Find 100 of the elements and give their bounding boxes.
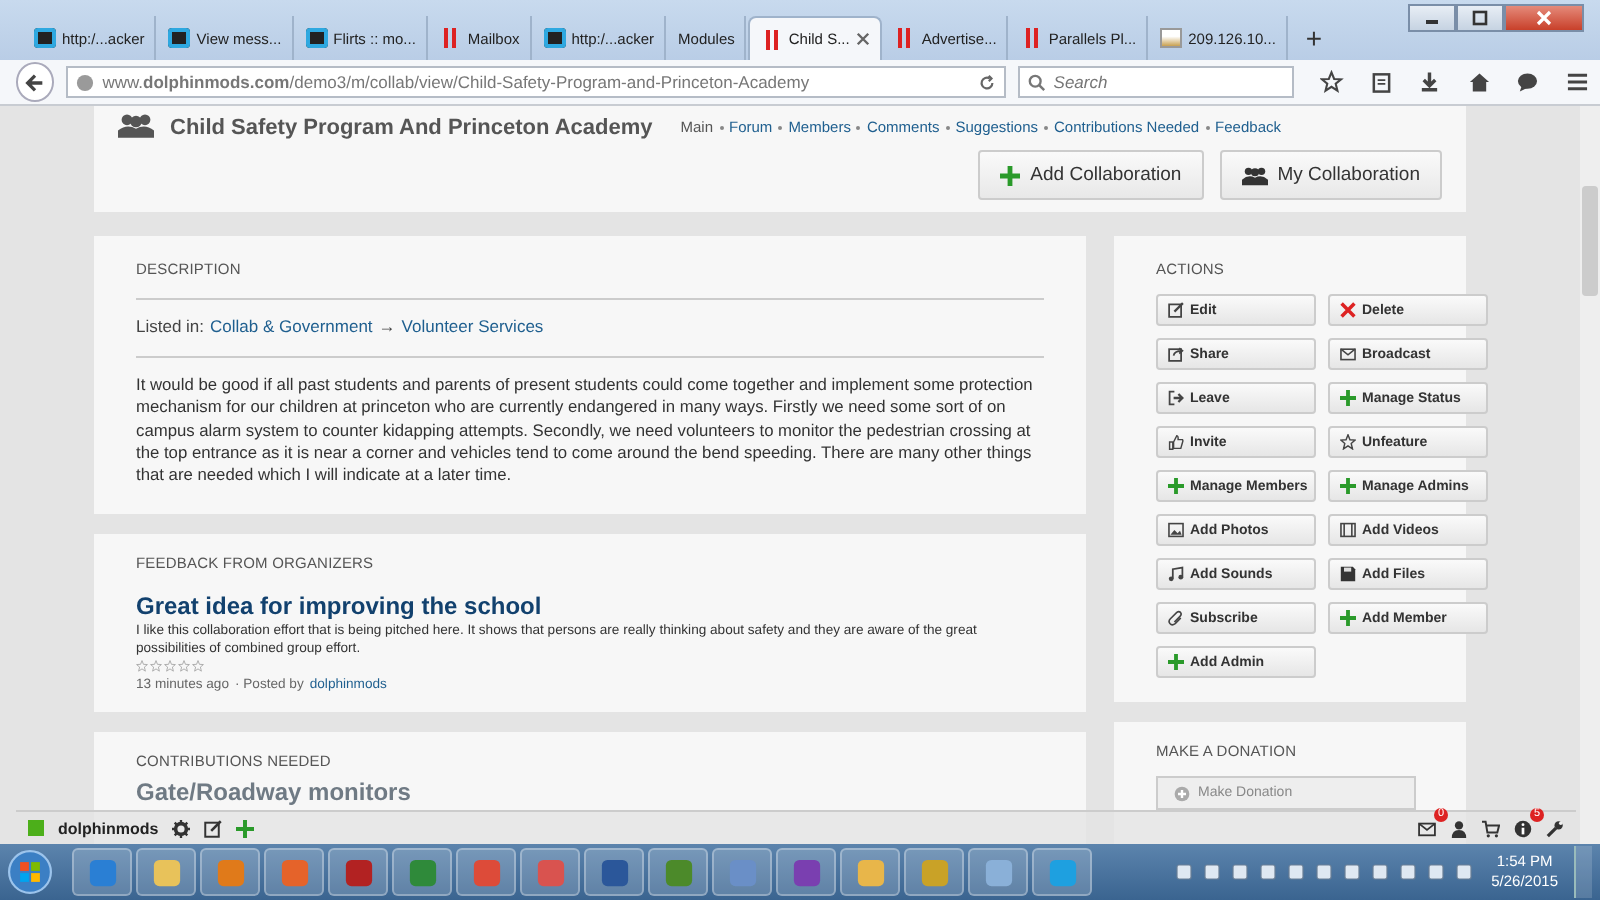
back-arrow-icon [24,71,47,93]
description-text: It would be good if all past students and parents of present students could come together and implement some protection mechanism for our children at princeton who are currently endangered in many ways. Firstly we need some sort of on campus alarm system to counter kidapping attempts. Secondly, we need volunteers to monitor the pedestrian crossing at the top entrance as it is near a corner and vehicles tend to come around the bend speeding. There are many other things that are needed which I will indicate at a later time. [136,374,1035,487]
taskbar-app-button[interactable] [136,848,196,896]
separator-dot [778,125,783,129]
people-icon [118,112,154,142]
film-icon [1340,522,1356,538]
star-icon[interactable] [1320,70,1344,94]
wrench-icon[interactable] [1546,819,1564,837]
plus-icon[interactable] [236,819,255,837]
cross-icon [1340,302,1356,318]
start-orb-icon[interactable] [8,850,52,894]
minimize-button[interactable] [1408,4,1456,32]
taskbar-app-button[interactable] [840,848,900,896]
app-icon [343,857,373,887]
double-bar-icon [439,28,462,48]
maximize-icon [1470,8,1490,28]
subcategory-link[interactable]: Volunteer Services [401,316,544,336]
settings-icon[interactable] [172,819,191,837]
close-icon [1534,8,1554,28]
info-icon[interactable] [1514,819,1532,837]
globe-icon [76,73,95,91]
app-icon [855,857,885,887]
plus-icon [1168,478,1184,494]
collaboration-button[interactable]: Add Collaboration [978,150,1204,200]
chat-bubble-icon[interactable] [1516,70,1539,94]
loop-icon [305,28,328,48]
show-desktop-button[interactable] [1574,846,1592,898]
taskbar-app-button[interactable] [584,848,644,896]
feedback-title-link[interactable]: Great idea for improving the school [136,592,1044,621]
home-icon[interactable] [1467,70,1491,94]
music-note-icon [1168,566,1184,582]
plus-circle-icon [1174,785,1190,801]
cart-icon[interactable] [1482,819,1500,837]
menu-icon[interactable] [1565,70,1588,94]
pencil-square-icon [1168,302,1184,318]
clipboard-icon[interactable] [1369,70,1393,94]
app-icon [407,857,437,887]
thumbs-up-icon [1168,434,1184,450]
back-button[interactable] [16,62,55,102]
search-field[interactable]: Search [1053,72,1274,92]
app-icon [663,857,693,887]
app-icon [919,857,949,887]
app-icon [279,857,309,887]
address-field[interactable]: www.dolphinmods.com/demo3/m/collab/view/Child-Safety-Program-and-Princeton-Academy [66,66,1006,98]
separator-dot [1205,125,1210,129]
search-icon [1027,73,1046,91]
scrollbar[interactable] [1580,106,1600,844]
user-icon[interactable] [1450,819,1468,837]
listed-label: Listed in: [136,316,205,336]
separator-dot [945,125,950,129]
exit-icon [1168,390,1184,406]
separator-dot [719,125,724,129]
loop-icon [34,28,56,48]
page-title: Child Safety Program And Princeton Academy [170,115,653,139]
search-bar[interactable]: Search [1017,66,1295,98]
envelope-icon[interactable] [1418,819,1436,837]
app-icon [471,857,501,887]
plus-icon [1340,610,1356,626]
collaboration-button[interactable]: My Collaboration [1219,150,1442,200]
plus-icon [1000,165,1021,185]
picture-icon [1168,522,1184,538]
plus-icon [1168,654,1184,670]
app-icon [151,857,181,887]
share-icon [1168,346,1184,362]
status-square-icon [28,820,44,836]
app-icon [87,857,117,887]
download-icon[interactable] [1418,70,1442,94]
envelope-icon [1340,346,1356,362]
double-bar-icon [1020,28,1043,48]
paperclip-icon [1168,610,1184,626]
maximize-button[interactable] [1456,4,1504,32]
double-bar-icon [760,29,783,49]
loop-icon [543,28,566,48]
picture-icon [1160,28,1183,48]
separator-dot [856,125,861,129]
category-link[interactable]: Collab & Government [210,316,373,336]
close-tab-icon[interactable] [855,32,870,46]
loop-icon [168,28,191,48]
new-tab-button[interactable]: + [1289,16,1339,60]
username-link[interactable]: dolphinmods [58,819,159,837]
arrow-text: → [378,316,396,336]
reload-icon[interactable] [977,73,996,91]
app-icon [1047,857,1077,887]
plus-icon [1340,390,1356,406]
taskbar-app-button[interactable] [776,848,836,896]
app-icon [215,857,245,887]
taskbar-app-button[interactable] [392,848,452,896]
app-icon [727,857,757,887]
plus-icon [1340,478,1356,494]
taskbar-app-button[interactable] [328,848,388,896]
contribution-title: Gate/Roadway monitors [136,778,413,807]
separator-dot [1044,125,1048,129]
close-button[interactable] [1504,4,1584,32]
app-icon [983,857,1013,887]
people-icon [1241,165,1268,185]
pencil-square-icon[interactable] [204,819,223,837]
app-icon [535,857,565,887]
double-bar-icon [893,28,916,48]
star-icon [1340,434,1356,450]
app-icon [599,857,629,887]
